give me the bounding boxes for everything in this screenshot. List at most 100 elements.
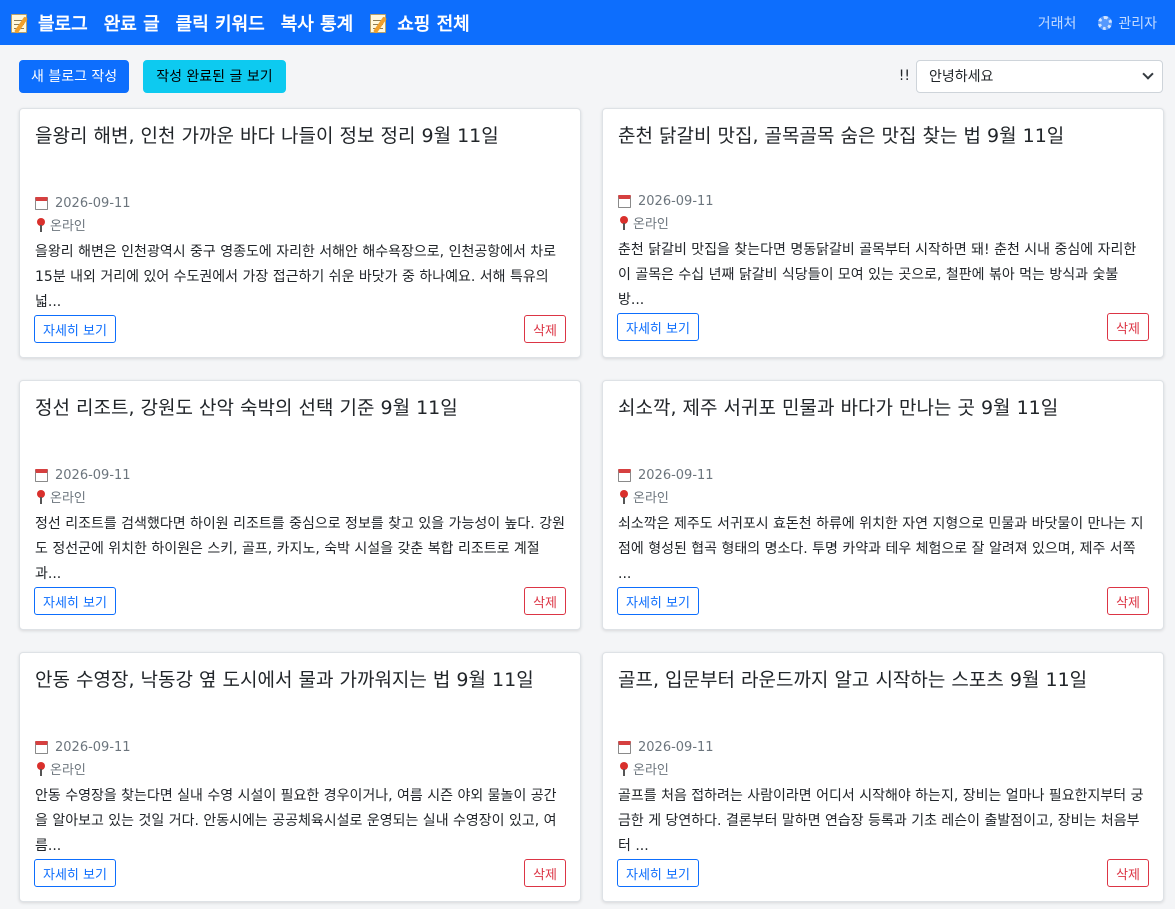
nav-item-shopping-all[interactable]: 쇼핑 전체	[369, 10, 470, 36]
post-location: 온라인	[618, 758, 1148, 779]
pin-icon	[37, 761, 45, 776]
post-card: 정선 리조트, 강원도 산악 숙박의 선택 기준 9월 11일 2026-09-…	[19, 380, 581, 630]
nav-item-copy-stats[interactable]: 복사 통계	[281, 10, 354, 36]
delete-button[interactable]: 삭제	[524, 315, 566, 343]
detail-button[interactable]: 자세히 보기	[617, 313, 699, 341]
delete-button[interactable]: 삭제	[524, 587, 566, 615]
nav-item-label: 클릭 키워드	[175, 13, 265, 35]
detail-button[interactable]: 자세히 보기	[34, 859, 116, 887]
calendar-icon	[35, 469, 48, 482]
calendar-icon	[35, 197, 48, 210]
post-date: 2026-09-11	[618, 737, 1148, 758]
nav-right: 거래처 관리자	[1038, 13, 1165, 33]
post-card: 골프, 입문부터 라운드까지 알고 시작하는 스포츠 9월 11일 2026-0…	[602, 652, 1164, 902]
new-blog-button[interactable]: 새 블로그 작성	[19, 59, 130, 93]
post-location: 온라인	[35, 486, 565, 507]
detail-button[interactable]: 자세히 보기	[34, 315, 116, 343]
post-date-text: 2026-09-11	[638, 468, 714, 483]
toolbar-filter: !! 안녕하세요	[898, 59, 1163, 93]
nav-vendor-link[interactable]: 거래처	[1038, 13, 1077, 33]
post-actions: 자세히 보기 삭제	[617, 313, 1149, 341]
toolbar: 새 블로그 작성 작성 완료된 글 보기 !! 안녕하세요	[19, 59, 1163, 93]
top-navbar: 블로그 완료 글 클릭 키워드 복사 통계 쇼핑 전체 거래처 관리자	[0, 0, 1175, 45]
calendar-icon	[618, 741, 631, 754]
post-location: 온라인	[618, 486, 1148, 507]
pin-icon	[620, 215, 628, 230]
post-date-text: 2026-09-11	[55, 740, 131, 755]
post-card: 춘천 닭갈비 맛집, 골목골목 숨은 맛집 찾는 법 9월 11일 2026-0…	[602, 108, 1164, 358]
nav-links: 블로그 완료 글 클릭 키워드 복사 통계 쇼핑 전체	[10, 10, 486, 36]
detail-button[interactable]: 자세히 보기	[617, 587, 699, 615]
post-date: 2026-09-11	[35, 737, 565, 758]
post-title: 정선 리조트, 강원도 산악 숙박의 선택 기준 9월 11일	[35, 397, 458, 419]
post-excerpt: 을왕리 해변은 인천광역시 중구 영종도에 자리한 서해안 해수욕장으로, 인천…	[35, 244, 557, 310]
post-location: 온라인	[35, 214, 565, 235]
post-location: 온라인	[618, 212, 1148, 233]
calendar-icon	[35, 741, 48, 754]
post-excerpt: 골프를 처음 접하려는 사람이라면 어디서 시작해야 하는지, 장비는 얼마나 …	[618, 788, 1144, 854]
post-excerpt: 춘천 닭갈비 맛집을 찾는다면 명동닭갈비 골목부터 시작하면 돼! 춘천 시내…	[618, 242, 1137, 308]
nav-admin-link[interactable]: 관리자	[1098, 13, 1157, 33]
post-location: 온라인	[35, 758, 565, 779]
delete-button[interactable]: 삭제	[1107, 313, 1149, 341]
post-location-text: 온라인	[50, 763, 86, 778]
nav-item-label: 복사 통계	[280, 13, 354, 35]
post-title: 쇠소깍, 제주 서귀포 민물과 바다가 만나는 곳 9월 11일	[618, 397, 1059, 419]
post-title: 을왕리 해변, 인천 가까운 바다 나들이 정보 정리 9월 11일	[35, 125, 499, 147]
nav-item-click-keywords[interactable]: 클릭 키워드	[176, 10, 265, 36]
nav-admin-label: 관리자	[1118, 15, 1157, 32]
post-card: 안동 수영장, 낙동강 옆 도시에서 물과 가까워지는 법 9월 11일 202…	[19, 652, 581, 902]
calendar-icon	[618, 469, 631, 482]
post-date: 2026-09-11	[618, 191, 1148, 212]
post-date-text: 2026-09-11	[638, 740, 714, 755]
post-card: 을왕리 해변, 인천 가까운 바다 나들이 정보 정리 9월 11일 2026-…	[19, 108, 581, 358]
delete-button[interactable]: 삭제	[524, 859, 566, 887]
post-date: 2026-09-11	[618, 465, 1148, 486]
post-actions: 자세히 보기 삭제	[34, 587, 566, 615]
nav-item-label: 블로그	[38, 13, 88, 35]
post-title: 춘천 닭갈비 맛집, 골목골목 숨은 맛집 찾는 법 9월 11일	[618, 125, 1065, 147]
post-excerpt: 정선 리조트를 검색했다면 하이원 리조트를 중심으로 정보를 찾고 있을 가능…	[35, 516, 565, 582]
delete-button[interactable]: 삭제	[1107, 587, 1149, 615]
post-excerpt: 쇠소깍은 제주도 서귀포시 효돈천 하류에 위치한 자연 지형으로 민물과 바닷…	[618, 516, 1144, 582]
post-location-text: 온라인	[633, 217, 669, 232]
toolbar-actions: 새 블로그 작성 작성 완료된 글 보기	[19, 59, 286, 93]
nav-item-completed[interactable]: 완료 글	[104, 10, 160, 36]
nav-item-blog[interactable]: 블로그	[10, 10, 88, 36]
gear-icon	[1098, 15, 1113, 30]
post-title: 안동 수영장, 낙동강 옆 도시에서 물과 가까워지는 법 9월 11일	[35, 669, 534, 691]
post-actions: 자세히 보기 삭제	[34, 315, 566, 343]
post-location-text: 온라인	[50, 219, 86, 234]
post-excerpt: 안동 수영장을 찾는다면 실내 수영 시설이 필요한 경우이거나, 여름 시즌 …	[35, 788, 557, 854]
post-location-text: 온라인	[50, 491, 86, 506]
detail-button[interactable]: 자세히 보기	[617, 859, 699, 887]
detail-button[interactable]: 자세히 보기	[34, 587, 116, 615]
post-date-text: 2026-09-11	[55, 468, 131, 483]
post-actions: 자세히 보기 삭제	[617, 859, 1149, 887]
pin-icon	[37, 217, 45, 232]
post-date-text: 2026-09-11	[638, 194, 714, 209]
pin-icon	[620, 761, 628, 776]
calendar-icon	[618, 195, 631, 208]
nav-vendor-label: 거래처	[1037, 15, 1077, 32]
post-date: 2026-09-11	[35, 465, 565, 486]
nav-item-label: 완료 글	[103, 13, 160, 35]
memo-icon	[369, 12, 389, 34]
greeting-select[interactable]: 안녕하세요	[916, 59, 1163, 93]
delete-button[interactable]: 삭제	[1107, 859, 1149, 887]
post-actions: 자세히 보기 삭제	[34, 859, 566, 887]
post-date: 2026-09-11	[35, 193, 565, 214]
memo-icon	[10, 12, 30, 34]
post-card: 쇠소깍, 제주 서귀포 민물과 바다가 만나는 곳 9월 11일 2026-09…	[602, 380, 1164, 630]
post-title: 골프, 입문부터 라운드까지 알고 시작하는 스포츠 9월 11일	[618, 669, 1088, 691]
nav-item-label: 쇼핑 전체	[397, 13, 470, 35]
view-completed-button[interactable]: 작성 완료된 글 보기	[143, 59, 286, 93]
pin-icon	[37, 489, 45, 504]
post-location-text: 온라인	[633, 763, 669, 778]
post-location-text: 온라인	[633, 491, 669, 506]
chevron-down-icon	[1142, 68, 1154, 80]
pin-icon	[620, 489, 628, 504]
post-actions: 자세히 보기 삭제	[617, 587, 1149, 615]
post-date-text: 2026-09-11	[55, 196, 131, 211]
filter-marker: !!	[898, 68, 910, 84]
